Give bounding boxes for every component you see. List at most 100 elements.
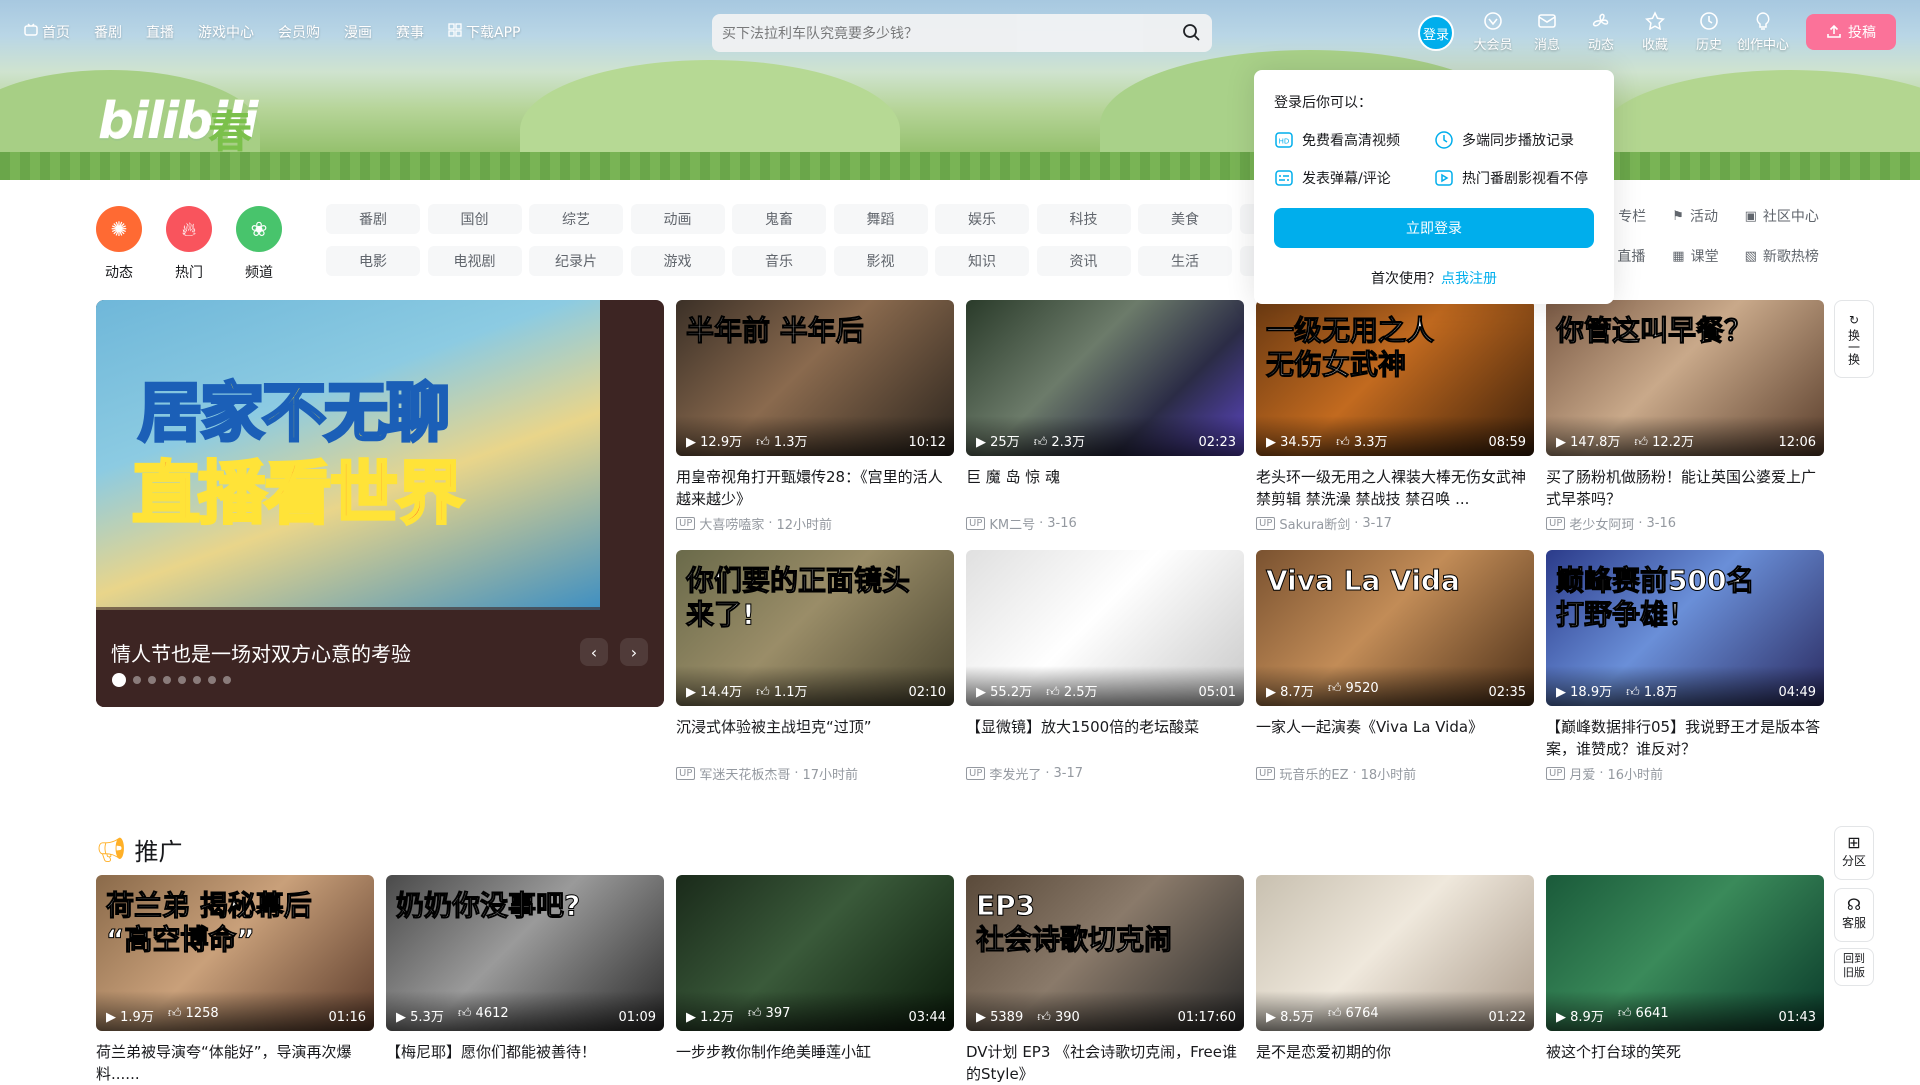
video-card[interactable]: 半年前 半年后 ▶︎ 12.9万 👍︎ 1.3万 10:12 用皇帝视角打开甄嬛传28：…: [676, 300, 954, 533]
search-input[interactable]: [722, 20, 1162, 46]
video-thumbnail[interactable]: ▶︎ 55.2万 👍︎ 2.5万 05:01: [966, 550, 1244, 706]
link-community[interactable]: ▣ 社区中心: [1745, 206, 1819, 226]
author-name[interactable]: 李发光了: [989, 764, 1041, 783]
promo-title[interactable]: 【梅尼耶】愿你们都能被善待！: [386, 1041, 664, 1085]
video-title[interactable]: 买了肠粉机做肠粉！能让英国公婆爱上广式早茶吗？: [1546, 466, 1824, 510]
channel-hot[interactable]: 🔥︎ 热门: [166, 206, 212, 282]
video-thumbnail[interactable]: 巅峰赛前500名 打野争雄！ ▶︎ 18.9万 👍︎ 1.8万 04:49: [1546, 550, 1824, 706]
link-new-songs[interactable]: ▧ 新歌热榜: [1745, 246, 1819, 266]
tag-entertainment[interactable]: 娱乐: [935, 204, 1029, 234]
video-card[interactable]: ▶︎ 25万 👍︎ 2.3万 02:23 巨 魔 岛 惊 魂 UP KM二号 · 3-16: [966, 300, 1244, 533]
nav-messages[interactable]: 消息: [1520, 10, 1574, 53]
nav-esports[interactable]: 赛事: [396, 22, 424, 42]
channel-dynamic[interactable]: ✺ 动态: [96, 206, 142, 282]
tag-documentary[interactable]: 纪录片: [529, 246, 623, 276]
nav-home[interactable]: 首页: [24, 22, 70, 42]
nav-download-app[interactable]: 下载APP: [448, 22, 520, 42]
tag-music[interactable]: 音乐: [732, 246, 826, 276]
carousel-dot[interactable]: [133, 676, 141, 684]
register-link[interactable]: 点我注册: [1441, 271, 1497, 287]
carousel-dot[interactable]: [193, 676, 201, 684]
video-title[interactable]: 用皇帝视角打开甄嬛传28：《宫里的活人越来越少》: [676, 466, 954, 510]
promo-thumbnail[interactable]: 荷兰弟 揭秘幕后 “高空博命” ▶︎ 1.9万 👍︎ 1258 01:16: [96, 875, 374, 1031]
channel-channels[interactable]: ❀ 频道: [236, 206, 282, 282]
promo-card[interactable]: 荷兰弟 揭秘幕后 “高空博命” ▶︎ 1.9万 👍︎ 1258 01:16 荷兰弟被导演…: [96, 875, 374, 1085]
tag-life[interactable]: 生活: [1138, 246, 1232, 276]
tag-knowledge[interactable]: 知识: [935, 246, 1029, 276]
nav-creator-center[interactable]: 创作中心: [1736, 10, 1790, 53]
author-name[interactable]: 军迷天花板杰哥: [699, 764, 790, 783]
tag-bangumi[interactable]: 番剧: [326, 204, 420, 234]
nav-game-center[interactable]: 游戏中心: [198, 22, 254, 42]
login-now-button[interactable]: 立即登录: [1274, 208, 1594, 248]
video-thumbnail[interactable]: 一级无用之人 无伤女武神 ▶︎ 34.5万 👍︎ 3.3万 08:59: [1256, 300, 1534, 456]
carousel-next-button[interactable]: ›: [620, 638, 648, 666]
promo-thumbnail[interactable]: ▶︎ 8.9万 👍︎ 6641 01:43: [1546, 875, 1824, 1031]
carousel-dot[interactable]: [178, 676, 186, 684]
carousel-prev-button[interactable]: ‹: [580, 638, 608, 666]
tag-kichiku[interactable]: 鬼畜: [732, 204, 826, 234]
video-card[interactable]: 你们要的正面镜头 来了! ▶︎ 14.4万 👍︎ 1.1万 02:10 沉浸式体验被主战…: [676, 550, 954, 783]
promo-title[interactable]: 一步步教你制作绝美睡莲小缸: [676, 1041, 954, 1085]
video-thumbnail[interactable]: 你们要的正面镜头 来了! ▶︎ 14.4万 👍︎ 1.1万 02:10: [676, 550, 954, 706]
video-card[interactable]: Viva La Vida ▶︎ 8.7万 👍︎ 9520 02:35 一家人一起演奏《V…: [1256, 550, 1534, 783]
promo-thumbnail[interactable]: EP3 社会诗歌切克闹 ▶︎ 5389 👍︎ 390 01:17:60: [966, 875, 1244, 1031]
promo-card[interactable]: EP3 社会诗歌切克闹 ▶︎ 5389 👍︎ 390 01:17:60 DV计划 EP3…: [966, 875, 1244, 1085]
tag-games[interactable]: 游戏: [630, 246, 725, 276]
tag-news[interactable]: 资讯: [1036, 246, 1131, 276]
tag-guochuang[interactable]: 国创: [427, 204, 522, 234]
author-name[interactable]: Sakura断剑: [1279, 514, 1350, 533]
promo-thumbnail[interactable]: ▶︎ 8.5万 👍︎ 6764 01:22: [1256, 875, 1534, 1031]
video-thumbnail[interactable]: 你管这叫早餐？ ▶︎ 147.8万 👍︎ 12.2万 12:06: [1546, 300, 1824, 456]
promo-title[interactable]: 荷兰弟被导演夸“体能好”，导演再次爆料......: [96, 1041, 374, 1085]
video-card[interactable]: 一级无用之人 无伤女武神 ▶︎ 34.5万 👍︎ 3.3万 08:59 老头环一级无用之…: [1256, 300, 1534, 533]
promo-thumbnail[interactable]: 奶奶你没事吧? ▶︎ 5.3万 👍︎ 4612 01:09: [386, 875, 664, 1031]
carousel-caption[interactable]: 情人节也是一场对双方心意的考验: [111, 638, 411, 667]
promo-card[interactable]: ▶︎ 1.2万 👍︎ 397 03:44 一步步教你制作绝美睡莲小缸: [676, 875, 954, 1085]
author-name[interactable]: 玩音乐的EZ: [1279, 764, 1348, 783]
carousel-dot[interactable]: [112, 673, 126, 687]
search-icon[interactable]: [1182, 23, 1200, 41]
promo-thumbnail[interactable]: ▶︎ 1.2万 👍︎ 397 03:44: [676, 875, 954, 1031]
video-title[interactable]: 【显微镜】放大1500倍的老坛酸菜: [966, 716, 1244, 760]
link-class[interactable]: ▦ 课堂: [1672, 246, 1718, 266]
old-version-button[interactable]: 回到旧版: [1834, 948, 1874, 986]
login-avatar[interactable]: 登录: [1418, 15, 1454, 51]
nav-dynamic[interactable]: 动态: [1574, 10, 1628, 53]
tag-film[interactable]: 影视: [833, 246, 928, 276]
tag-variety[interactable]: 综艺: [529, 204, 623, 234]
video-title[interactable]: 老头环一级无用之人裸装大棒无伤女武神 禁剪辑 禁洗澡 禁战技 禁召唤 ...: [1256, 466, 1534, 510]
promo-card[interactable]: ▶︎ 8.9万 👍︎ 6641 01:43 被这个打台球的笑死: [1546, 875, 1824, 1085]
promo-title[interactable]: 被这个打台球的笑死: [1546, 1041, 1824, 1085]
service-button[interactable]: ☊ 客服: [1834, 888, 1874, 942]
video-title[interactable]: 巨 魔 岛 惊 魂: [966, 466, 1244, 510]
carousel-dot[interactable]: [208, 676, 216, 684]
hero-carousel[interactable]: 居家不无聊 直播看世界 情人节也是一场对双方心意的考验 ‹ ›: [96, 300, 664, 707]
refresh-button[interactable]: ↻ 换一换: [1834, 300, 1874, 378]
tag-tech[interactable]: 科技: [1036, 204, 1131, 234]
author-name[interactable]: 老少女阿珂: [1569, 514, 1634, 533]
video-thumbnail[interactable]: Viva La Vida ▶︎ 8.7万 👍︎ 9520 02:35: [1256, 550, 1534, 706]
video-title[interactable]: 沉浸式体验被主战坦克“过顶”: [676, 716, 954, 760]
video-title[interactable]: 一家人一起演奏《Viva La Vida》: [1256, 716, 1534, 760]
nav-favorites[interactable]: 收藏: [1628, 10, 1682, 53]
tag-food[interactable]: 美食: [1138, 204, 1232, 234]
tag-tv-series[interactable]: 电视剧: [427, 246, 522, 276]
promo-title[interactable]: 是不是恋爱初期的你: [1256, 1041, 1534, 1085]
carousel-image[interactable]: 居家不无聊 直播看世界: [96, 300, 600, 610]
tag-movie[interactable]: 电影: [326, 246, 420, 276]
video-thumbnail[interactable]: ▶︎ 25万 👍︎ 2.3万 02:23: [966, 300, 1244, 456]
nav-manga[interactable]: 漫画: [344, 22, 372, 42]
link-activity[interactable]: ⚑ 活动: [1672, 206, 1718, 226]
video-title[interactable]: 【巅峰数据排行05】我说野王才是版本答案，谁赞成？谁反对？: [1546, 716, 1824, 760]
nav-history[interactable]: 历史: [1682, 10, 1736, 53]
author-name[interactable]: KM二号: [989, 514, 1035, 533]
carousel-dot[interactable]: [148, 676, 156, 684]
nav-mall[interactable]: 会员购: [278, 22, 320, 42]
promo-card[interactable]: ▶︎ 8.5万 👍︎ 6764 01:22 是不是恋爱初期的你: [1256, 875, 1534, 1085]
nav-live[interactable]: 直播: [146, 22, 174, 42]
author-name[interactable]: 大喜唠嗑家: [699, 514, 764, 533]
video-card[interactable]: 你管这叫早餐？ ▶︎ 147.8万 👍︎ 12.2万 12:06 买了肠粉机做肠粉！能让…: [1546, 300, 1824, 533]
video-thumbnail[interactable]: 半年前 半年后 ▶︎ 12.9万 👍︎ 1.3万 10:12: [676, 300, 954, 456]
carousel-dot[interactable]: [223, 676, 231, 684]
